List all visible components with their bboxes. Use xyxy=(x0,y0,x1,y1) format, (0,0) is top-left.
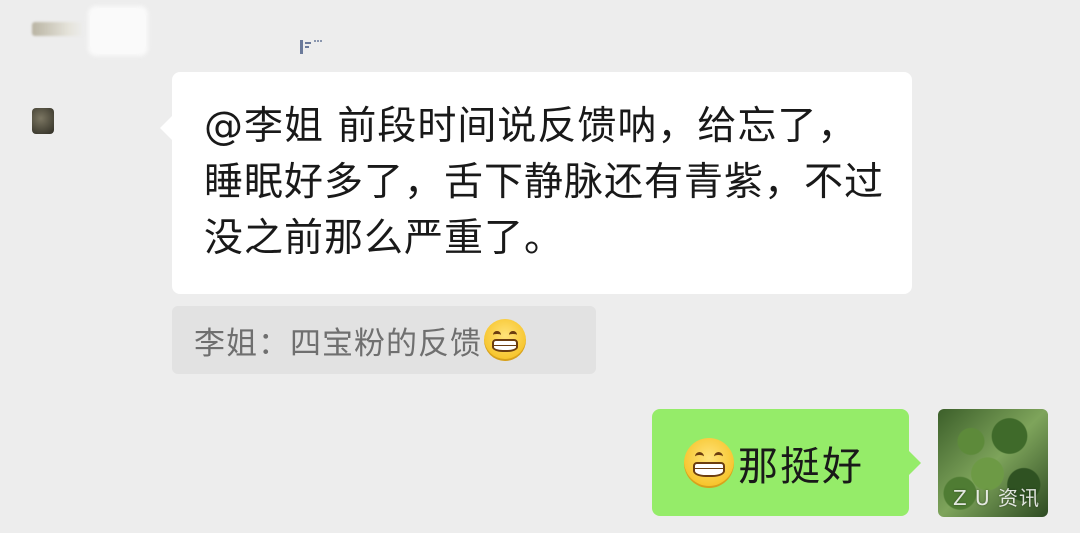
avatar-watermark: Z U 资讯 xyxy=(952,486,1040,510)
outgoing-message-bubble[interactable]: 那挺好 xyxy=(652,409,921,516)
incoming-message-text: @李姐 前段时间说反馈呐，给忘了，睡眠好多了，舌下静脉还有青紫，不过没之前那么严… xyxy=(204,104,885,261)
outgoing-message-text: 那挺好 xyxy=(738,443,864,490)
incoming-message-bubble[interactable]: @李姐 前段时间说反馈呐，给忘了，睡眠好多了，舌下静脉还有青紫，不过没之前那么严… xyxy=(160,72,912,294)
quoted-message[interactable]: 李姐：四宝粉的反馈 xyxy=(172,306,596,374)
chat-screen: @李姐 前段时间说反馈呐，给忘了，睡眠好多了，舌下静脉还有青紫，不过没之前那么严… xyxy=(0,0,1080,533)
blurred-sender-name xyxy=(32,22,84,36)
grinning-face-emoji-icon xyxy=(484,319,526,361)
quoted-message-text: 李姐：四宝粉的反馈 xyxy=(194,325,482,362)
grinning-face-emoji-icon xyxy=(684,437,734,488)
my-avatar[interactable]: Z U 资讯 xyxy=(938,409,1048,517)
read-receipt-icon xyxy=(298,36,322,60)
mosaic-patch xyxy=(88,6,148,56)
sender-avatar[interactable] xyxy=(32,108,54,134)
